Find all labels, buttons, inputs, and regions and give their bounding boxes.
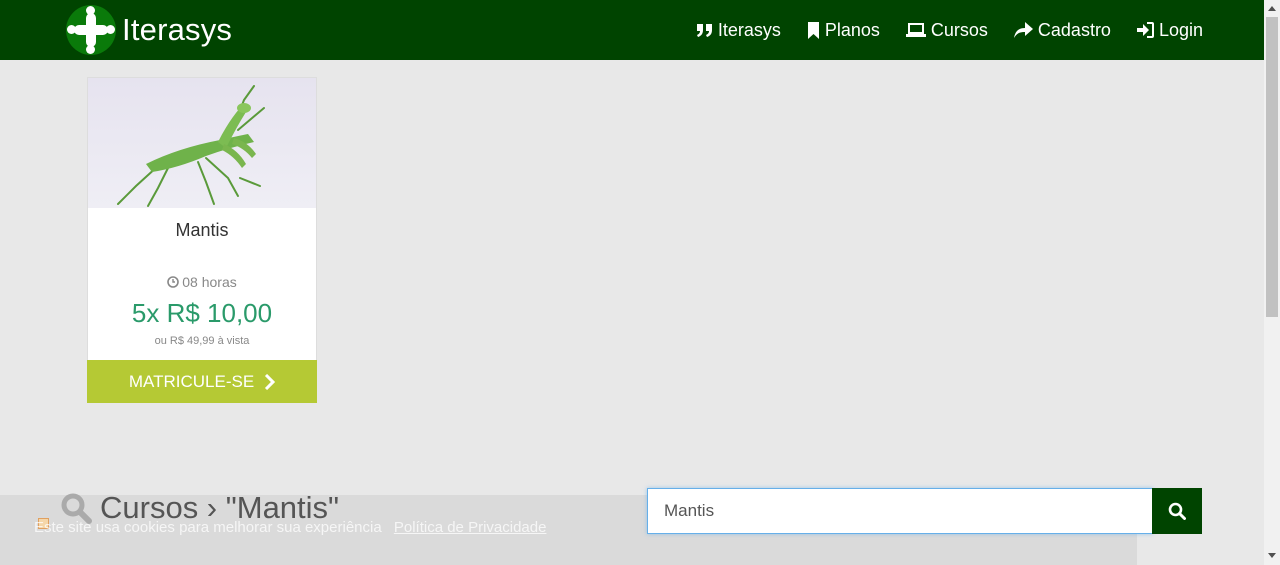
course-hours: 08 horas: [88, 274, 316, 290]
nav-item-planos[interactable]: Planos: [807, 20, 880, 41]
nav-item-label: Cadastro: [1037, 19, 1111, 40]
nav-item-cursos[interactable]: Cursos: [905, 19, 988, 41]
main-nav: Iterasys Planos Cursos Cadastro Login: [670, 0, 1203, 60]
privacy-policy-link[interactable]: Política de Privacidade: [394, 519, 547, 536]
search-icon: [61, 493, 92, 524]
enroll-button-label: MATRICULE-SE: [128, 371, 255, 391]
course-card: Mantis 08 horas 5x R$ 10,00 ou R$ 49,99 …: [87, 77, 317, 403]
mantis-photo: [117, 85, 265, 207]
nav-item-cadastro[interactable]: Cadastro: [1013, 19, 1111, 41]
search-results-heading: Cursos › "Mantis": [60, 490, 339, 526]
scroll-down-icon[interactable]: [1268, 553, 1276, 558]
course-title[interactable]: Mantis: [88, 220, 316, 241]
nav-item-label: Cursos: [930, 19, 988, 40]
course-cash-price: ou R$ 49,99 à vista: [154, 335, 250, 347]
sign-in-icon: [1136, 22, 1154, 38]
search-heading-text: Cursos › "Mantis": [100, 490, 340, 525]
search-input[interactable]: [647, 488, 1153, 534]
nav-item-label: Iterasys: [717, 19, 781, 40]
brand-link[interactable]: Iterasys: [66, 5, 232, 55]
course-price: 5x R$ 10,00: [131, 298, 273, 328]
nav-item-label: Login: [1158, 19, 1203, 40]
chevron-right-icon: [265, 373, 276, 390]
top-navbar: Iterasys Iterasys Planos Cursos Cadastro…: [0, 0, 1264, 60]
nav-item-label: Planos: [824, 19, 880, 40]
enroll-button[interactable]: MATRICULE-SE: [87, 360, 317, 403]
course-hours-label: 08 horas: [182, 274, 237, 290]
scroll-thumb[interactable]: [1266, 17, 1278, 317]
nav-item-iterasys[interactable]: Iterasys: [696, 20, 781, 41]
share-arrow-icon: [1013, 22, 1033, 38]
search-button[interactable]: [1152, 488, 1202, 534]
quote-icon: [696, 23, 712, 37]
laptop-icon: [905, 22, 926, 37]
search-icon: [1168, 502, 1186, 520]
page-scrollbar[interactable]: [1264, 0, 1280, 565]
scroll-up-icon[interactable]: [1268, 6, 1276, 11]
clock-icon: [167, 276, 180, 288]
bookmark-icon: [807, 21, 819, 39]
brand-name: Iterasys: [122, 12, 233, 47]
nav-item-login[interactable]: Login: [1136, 19, 1203, 41]
course-image[interactable]: [88, 78, 316, 208]
iterasys-cross-logo-icon: [66, 5, 116, 55]
